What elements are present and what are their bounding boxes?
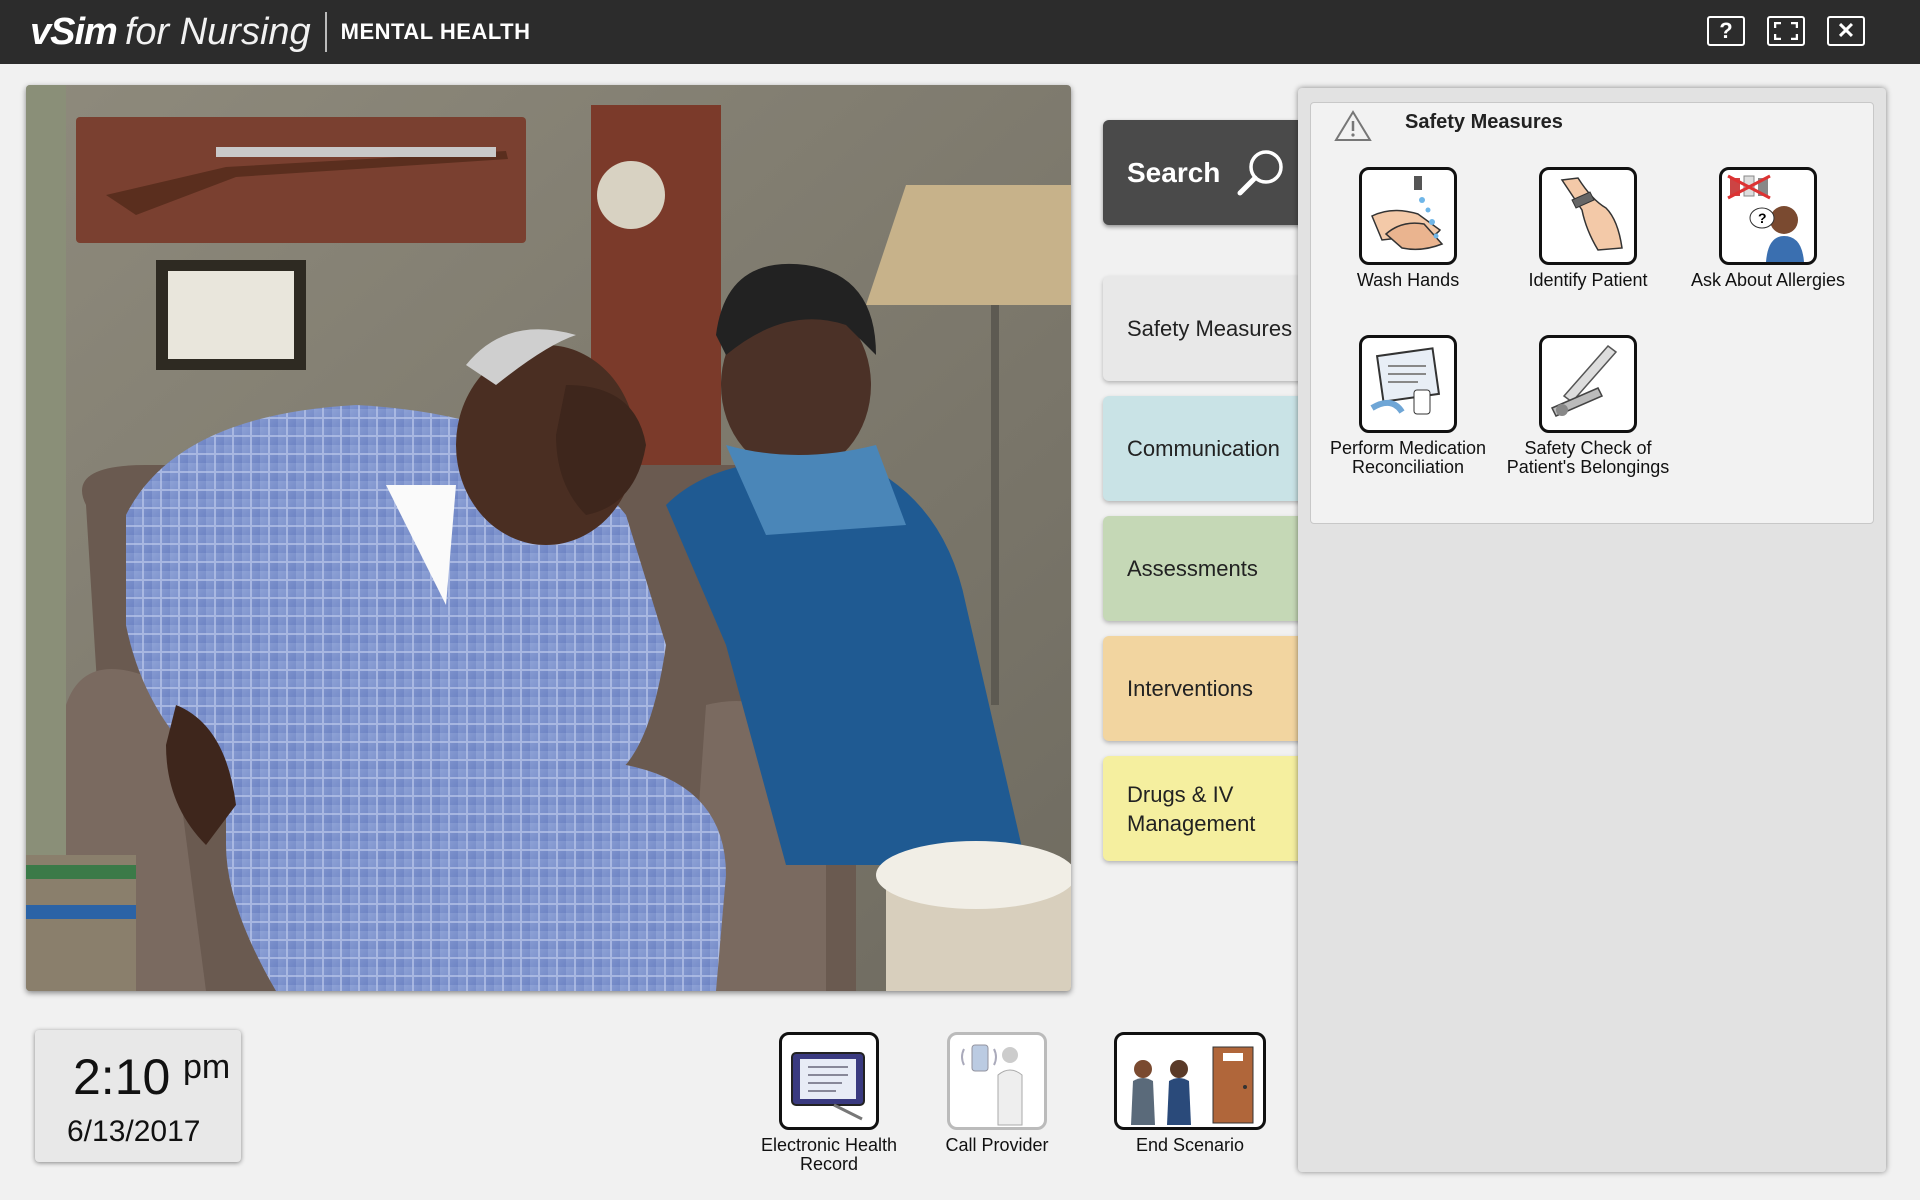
action-label: Wash Hands [1356,270,1460,290]
clock-widget: 2:10 pm 6/13/2017 [35,1030,241,1162]
brand-suffix: for Nursing [124,10,311,53]
brand-logo: vSim for Nursing MENTAL HEALTH [30,8,531,56]
actions-panel: Safety Measures Wash Hands Identify Pati… [1298,88,1886,1172]
electronic-health-record-button[interactable]: Electronic Health Record [744,1032,914,1174]
brand-divider [324,12,327,52]
bottom-action-label: End Scenario [1135,1135,1245,1155]
search-label: Search [1127,156,1221,188]
help-button[interactable]: ? [1707,16,1745,46]
scene-illustration [26,85,1071,991]
clock-ampm: pm [183,1048,231,1086]
tab-label: Safety Measures [1127,315,1293,341]
tab-communication[interactable]: Communication [1103,396,1303,501]
identify-patient-action[interactable]: Identify Patient [1498,167,1678,290]
module-name: MENTAL HEALTH [340,19,531,44]
brand-name: vSim [30,10,118,53]
belongings-check-action[interactable]: Safety Check of Patient's Belongings [1498,335,1678,477]
wash-hands-action[interactable]: Wash Hands [1318,167,1498,290]
tab-label: Interventions [1127,675,1253,701]
tab-label: Assessments [1127,555,1258,581]
bottom-action-label: Call Provider [945,1135,1049,1155]
clock-time: 2:10 [73,1049,171,1105]
tab-interventions[interactable]: Interventions [1103,636,1303,741]
end-scenario-button[interactable]: End Scenario [1098,1032,1282,1155]
identify-patient-icon [1539,167,1637,265]
tab-label: Communication [1127,435,1280,461]
tab-safety-measures[interactable]: Safety Measures [1103,276,1303,381]
warning-icon [1334,110,1372,141]
belongings-check-icon [1539,335,1637,433]
close-button[interactable]: ✕ [1827,16,1865,46]
clock-date: 6/13/2017 [67,1115,201,1148]
action-label: Perform Medication Reconciliation [1329,438,1487,477]
panel-title: Safety Measures [1405,111,1563,133]
title-bar: vSim for Nursing MENTAL HEALTH ? ✕ [0,0,1920,64]
simulation-scene[interactable] [26,85,1071,991]
action-label: Ask About Allergies [1690,270,1846,290]
fullscreen-button[interactable] [1767,16,1805,46]
action-label: Identify Patient [1528,270,1648,290]
svg-text:?: ? [1758,210,1767,226]
tab-drugs-iv-management[interactable]: Drugs & IV Management [1103,756,1303,861]
call-provider-button[interactable]: Call Provider [912,1032,1082,1155]
search-button[interactable]: Search [1103,120,1303,225]
end-scenario-icon [1114,1032,1266,1130]
call-provider-icon [947,1032,1047,1130]
close-icon: ✕ [1836,18,1856,43]
fullscreen-icon [1774,22,1798,40]
tab-label: Drugs & IV Management [1127,781,1256,836]
medication-reconciliation-icon [1359,335,1457,433]
search-icon [1237,149,1284,195]
bottom-action-label: Electronic Health Record [760,1135,898,1174]
tab-assessments[interactable]: Assessments [1103,516,1303,621]
action-label: Safety Check of Patient's Belongings [1506,438,1670,477]
safety-measures-group: Safety Measures Wash Hands Identify Pati… [1310,102,1874,524]
help-icon: ? [1719,18,1733,43]
wash-hands-icon [1359,167,1457,265]
ask-allergies-action[interactable]: ? Ask About Allergies [1678,167,1858,290]
allergies-icon: ? [1719,167,1817,265]
ehr-icon [779,1032,879,1130]
medication-reconciliation-action[interactable]: Perform Medication Reconciliation [1318,335,1498,477]
